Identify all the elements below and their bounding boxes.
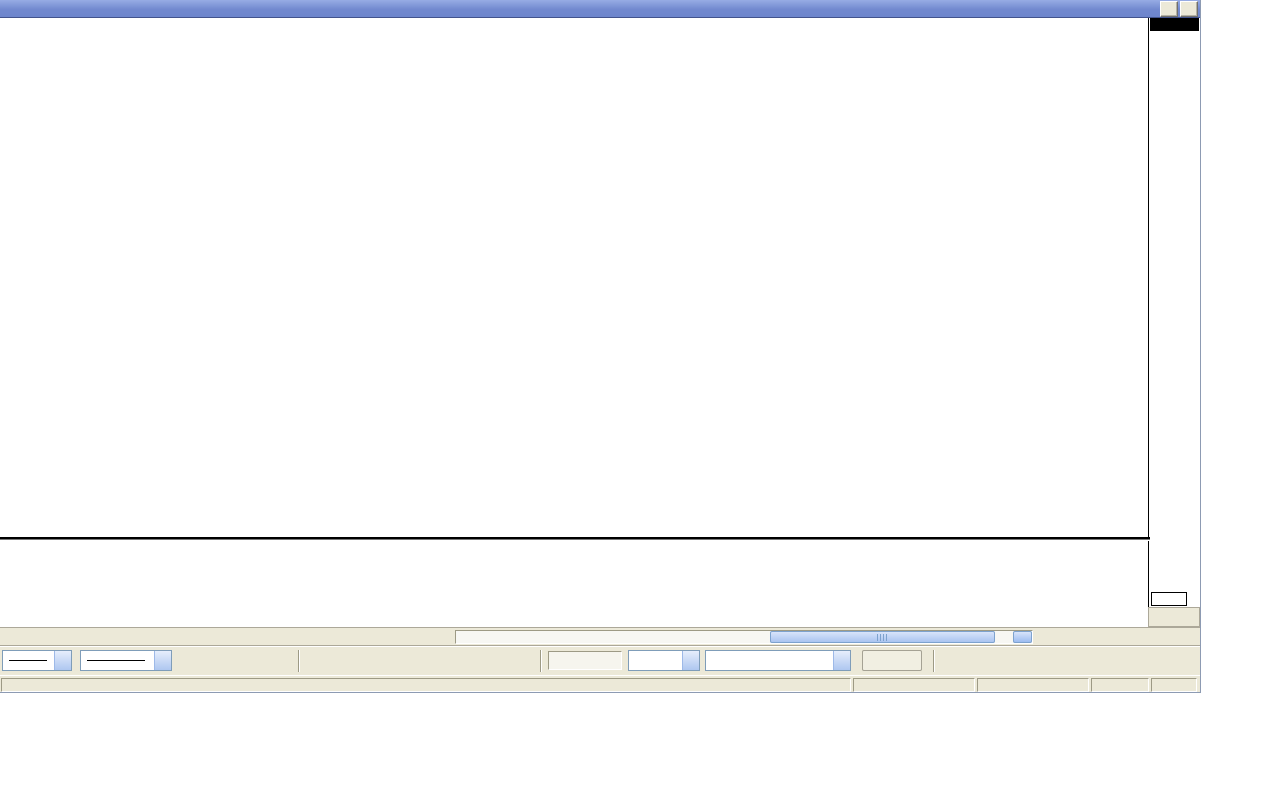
- symbol-input[interactable]: [548, 651, 622, 670]
- volume-svg: [0, 541, 1148, 607]
- status-value: [977, 677, 1089, 692]
- toolbar-separator: [540, 650, 542, 672]
- window-buttons: [1160, 1, 1198, 17]
- axis-corner: [1148, 607, 1200, 627]
- line-weight-combo[interactable]: [80, 650, 172, 671]
- price-chart-plot[interactable]: [0, 18, 1148, 538]
- trade-button[interactable]: [862, 650, 922, 671]
- status-time: [1091, 677, 1149, 692]
- toolbar: [0, 645, 1200, 675]
- title-bar[interactable]: [0, 0, 1200, 18]
- period-combo[interactable]: [628, 650, 700, 671]
- chevron-down-icon[interactable]: [833, 651, 850, 670]
- line-style-preview: [9, 660, 47, 661]
- horizontal-scrollbar[interactable]: [455, 630, 1033, 644]
- status-bar: [0, 675, 1200, 692]
- status-date: [853, 677, 975, 692]
- last-price-tag: [1150, 18, 1199, 31]
- scrollbar-grip-icon: [876, 633, 889, 641]
- dollar-icon: [1151, 677, 1197, 692]
- status-help: [1, 677, 851, 692]
- scrollbar-thumb[interactable]: [770, 631, 995, 643]
- volume-plot[interactable]: [0, 541, 1148, 607]
- color-palette[interactable]: [196, 651, 286, 669]
- vendor-combo[interactable]: [705, 650, 851, 671]
- close-icon[interactable]: [1180, 1, 1198, 17]
- chevron-down-icon[interactable]: [154, 651, 171, 670]
- toolbar-separator: [298, 650, 300, 672]
- volume-multiplier-badge: [1151, 592, 1187, 606]
- line-weight-preview: [87, 660, 145, 661]
- restore-icon[interactable]: [1160, 1, 1178, 17]
- pane-separator: [0, 537, 1150, 540]
- scroll-end-icon[interactable]: [1013, 631, 1032, 643]
- chevron-down-icon[interactable]: [54, 651, 71, 670]
- time-axis: [0, 607, 1148, 627]
- line-style-combo[interactable]: [2, 650, 72, 671]
- scroll-row: [0, 627, 1200, 645]
- price-chart-svg: [0, 18, 1148, 538]
- price-axis: [1148, 18, 1200, 538]
- chevron-down-icon[interactable]: [682, 651, 699, 670]
- toolbar-separator: [933, 650, 935, 672]
- chart-window: [0, 0, 1201, 693]
- volume-axis: [1148, 541, 1200, 607]
